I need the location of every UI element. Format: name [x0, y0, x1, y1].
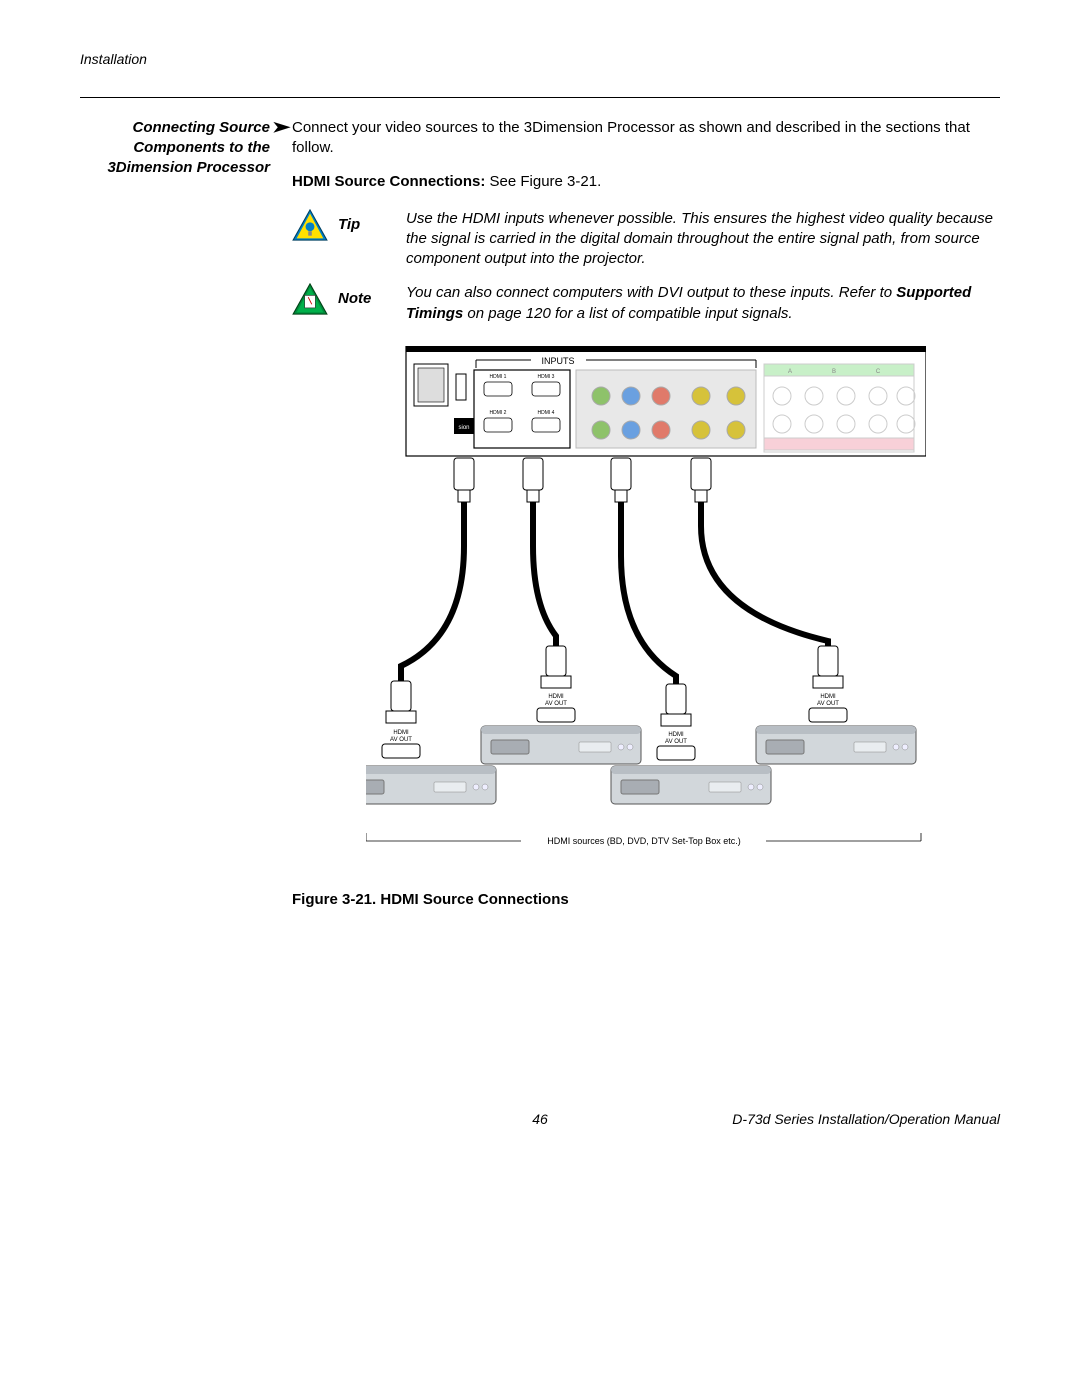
note-left: Note — [292, 283, 388, 315]
margin-heading: Connecting Source Components to the 3Dim… — [80, 118, 270, 910]
avout2-t: HDMI — [548, 694, 564, 700]
inputs-label: INPUTS — [541, 356, 574, 366]
avout3-t: HDMI — [668, 732, 684, 738]
avout4-b: AV OUT — [817, 701, 839, 707]
subheading-rest: See Figure 3-21. — [490, 173, 602, 190]
group-b: B — [832, 369, 836, 375]
page-header: Installation — [80, 50, 1000, 69]
sources-caption: HDMI sources (BD, DVD, DTV Set-Top Box e… — [547, 836, 741, 846]
avout4-t: HDMI — [820, 694, 836, 700]
note-text-pre: You can also connect computers with DVI … — [406, 284, 896, 301]
note-label: Note — [338, 289, 371, 309]
note-text-post: on page 120 for a list of compatible inp… — [463, 305, 792, 322]
avout3-b: AV OUT — [665, 739, 687, 745]
intro-paragraph: Connect your video sources to the 3Dimen… — [292, 118, 1000, 159]
manual-title: D-73d Series Installation/Operation Manu… — [732, 1110, 1000, 1129]
header-rule — [80, 97, 1000, 98]
group-c: C — [876, 369, 881, 375]
tip-label: Tip — [338, 215, 360, 235]
note-text: You can also connect computers with DVI … — [406, 283, 1000, 324]
note-icon — [292, 283, 328, 315]
diagram-svg: INPUTS HDMI 1 HDMI 3 HDMI 2 HDMI 4 — [366, 346, 926, 876]
tip-text: Use the HDMI inputs whenever possible. T… — [406, 209, 1000, 270]
page-number: 46 — [532, 1110, 548, 1129]
subheading-line: HDMI Source Connections: See Figure 3-21… — [292, 172, 1000, 192]
main-column: Connect your video sources to the 3Dimen… — [292, 118, 1000, 910]
arrow-icon: ➤ — [272, 118, 291, 138]
source-devices — [366, 726, 916, 804]
content-columns: Connecting Source Components to the 3Dim… — [80, 118, 1000, 910]
svg-text:sion: sion — [458, 425, 469, 431]
note-callout: Note You can also connect computers with… — [292, 283, 1000, 324]
tip-callout: Tip Use the HDMI inputs whenever possibl… — [292, 209, 1000, 270]
hdmi-4-label: HDMI 4 — [538, 410, 555, 416]
subheading-bold: HDMI Source Connections: — [292, 173, 490, 190]
avout2-b: AV OUT — [545, 701, 567, 707]
group-a: A — [788, 369, 792, 375]
avout1-b: AV OUT — [390, 737, 412, 743]
avout1-t: HDMI — [393, 730, 409, 736]
hdmi-3-label: HDMI 3 — [538, 374, 555, 380]
section-name: Installation — [80, 51, 147, 67]
margin-heading-text: Connecting Source Components to the 3Dim… — [107, 119, 270, 177]
figure: INPUTS HDMI 1 HDMI 3 HDMI 2 HDMI 4 — [292, 346, 1000, 876]
hdmi-1-label: HDMI 1 — [490, 374, 507, 380]
tip-icon — [292, 209, 328, 241]
figure-caption: Figure 3-21. HDMI Source Connections — [292, 890, 1000, 910]
hdmi-2-label: HDMI 2 — [490, 410, 507, 416]
tip-left: Tip — [292, 209, 388, 241]
